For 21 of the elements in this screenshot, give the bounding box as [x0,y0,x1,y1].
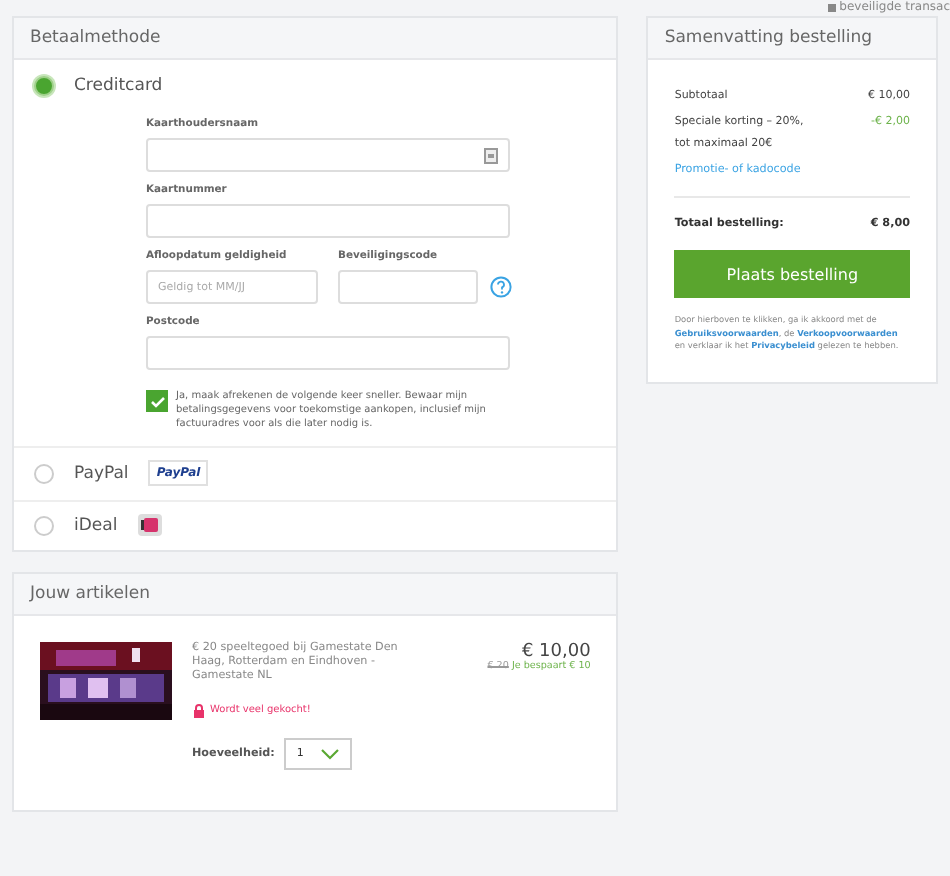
input-field[interactable] [146,138,510,172]
method-label[interactable]: PayPal [74,463,129,483]
radio-button[interactable] [34,76,54,96]
checkbox[interactable] [146,390,168,412]
panel-title: Betaalmethode [14,18,617,60]
radio-button[interactable] [34,463,54,483]
input-field[interactable] [338,270,478,304]
ideal-logo-icon [137,514,162,536]
panel-title: Jouw artikelen [14,574,617,616]
price: € 10,00 [521,642,591,662]
method-label[interactable]: Creditcard [74,76,163,96]
method-label[interactable]: iDeal [74,515,118,535]
input-field[interactable] [146,336,510,370]
input-field[interactable] [146,204,510,238]
radio-button[interactable] [34,515,54,535]
panel-title: Samenvatting bestelling [648,18,936,60]
place-order-button[interactable]: Plaats bestelling [674,250,910,298]
chevron-down-icon [320,747,341,760]
help-icon[interactable] [490,276,512,298]
lock-icon [827,3,836,11]
contact-card-icon [484,148,498,164]
